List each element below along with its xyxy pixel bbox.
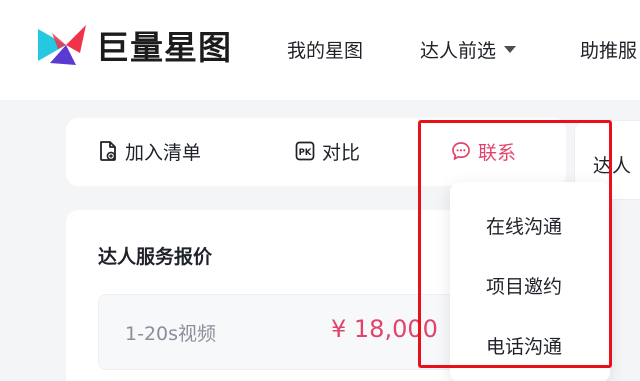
price-row: 1-20s视频 ¥ 18,000 [98, 294, 498, 370]
top-navigation-bar: 巨量星图 我的星图 达人前选 助推服 [0, 0, 640, 100]
contact-dropdown-menu: 在线沟通 项目邀约 电话沟通 [450, 182, 610, 381]
menu-item-online-chat[interactable]: 在线沟通 [486, 212, 562, 239]
logo-mark-icon [38, 25, 86, 65]
compare-label: 对比 [322, 141, 361, 164]
add-to-list-button[interactable]: 加入清单 [98, 136, 201, 166]
nav-item-boost[interactable]: 助推服 [580, 36, 637, 63]
price-row-label: 1-20s视频 [125, 323, 217, 345]
contact-label: 联系 [478, 141, 517, 164]
side-card-label: 达人 [593, 155, 632, 177]
compare-button[interactable]: PK 对比 [295, 136, 360, 166]
pricing-title: 达人服务报价 [98, 246, 213, 268]
contact-button[interactable]: 联系 [451, 136, 516, 166]
nav-item-label: 助推服 [580, 40, 638, 62]
document-add-icon [100, 141, 116, 161]
nav-item-creator-selection[interactable]: 达人前选 [420, 36, 517, 63]
menu-item-phone-call[interactable]: 电话沟通 [486, 332, 562, 359]
logo-text: 巨量星图 [96, 28, 232, 67]
nav-item-label: 我的星图 [287, 40, 364, 62]
nav-item-my-xingtu[interactable]: 我的星图 [287, 36, 363, 63]
price-row-value: ¥ 18,000 [331, 315, 438, 343]
caret-down-icon [504, 46, 517, 53]
chat-bubble-icon [452, 142, 470, 160]
add-to-list-label: 加入清单 [125, 141, 202, 164]
menu-item-project-invite[interactable]: 项目邀约 [486, 272, 562, 299]
nav-item-label: 达人前选 [420, 40, 497, 62]
logo[interactable]: 巨量星图 [36, 22, 236, 68]
creator-action-bar: 加入清单 PK 对比 联系 [66, 118, 566, 186]
pk-icon: PK [295, 141, 315, 161]
svg-text:PK: PK [299, 148, 312, 158]
